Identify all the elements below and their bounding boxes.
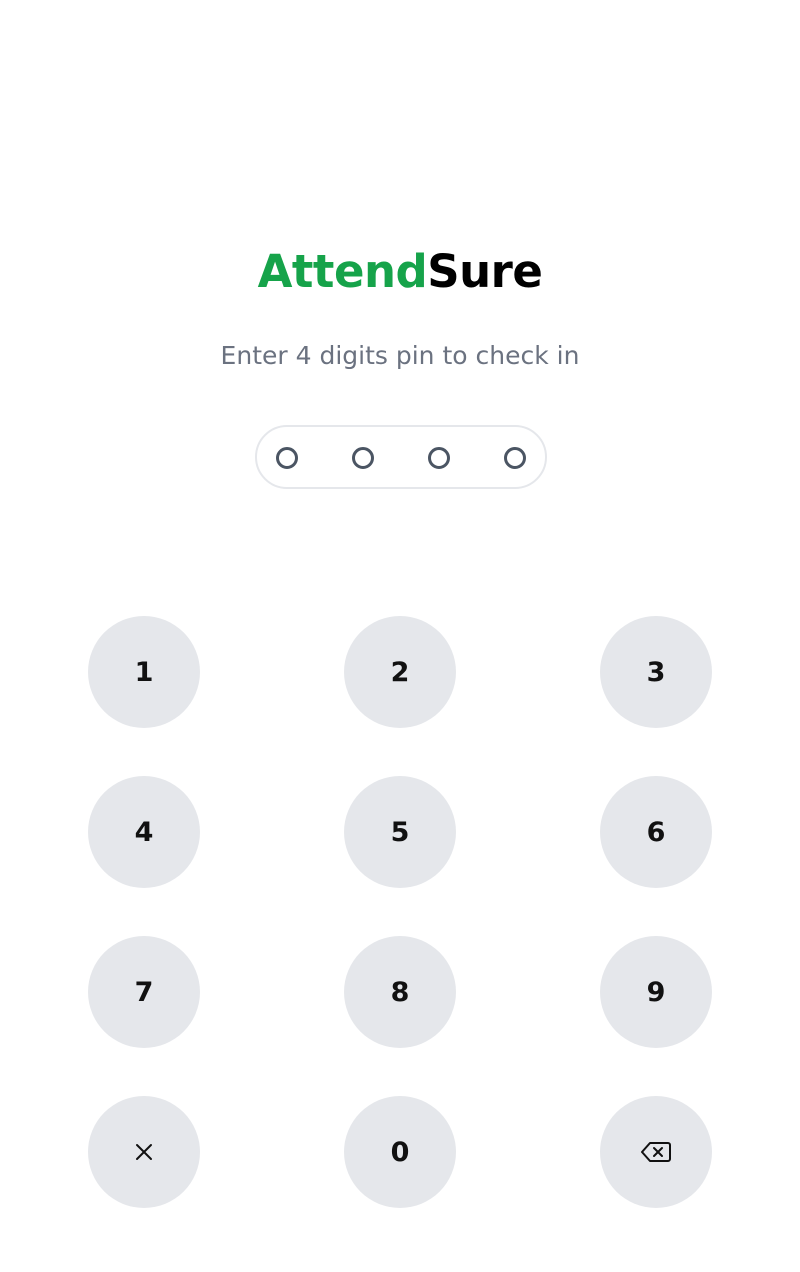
close-icon (134, 1142, 154, 1162)
clear-button[interactable] (88, 1096, 200, 1208)
key-9-button[interactable]: 9 (600, 936, 712, 1048)
key-2-button[interactable]: 2 (344, 616, 456, 728)
pin-dot (276, 447, 298, 469)
pin-dot (504, 447, 526, 469)
pin-dot (428, 447, 450, 469)
app-title-attend: Attend (257, 245, 428, 298)
key-3-button[interactable]: 3 (600, 616, 712, 728)
app-title: AttendSure (0, 244, 800, 300)
app-title-sure: Sure (427, 245, 543, 298)
key-0-button[interactable]: 0 (344, 1096, 456, 1208)
key-7-button[interactable]: 7 (88, 936, 200, 1048)
backspace-icon (640, 1140, 672, 1164)
pin-indicator (255, 425, 547, 489)
key-1-button[interactable]: 1 (88, 616, 200, 728)
key-8-button[interactable]: 8 (344, 936, 456, 1048)
key-5-button[interactable]: 5 (344, 776, 456, 888)
key-4-button[interactable]: 4 (88, 776, 200, 888)
pin-instruction: Enter 4 digits pin to check in (220, 341, 580, 370)
pin-dot (352, 447, 374, 469)
key-6-button[interactable]: 6 (600, 776, 712, 888)
backspace-button[interactable] (600, 1096, 712, 1208)
